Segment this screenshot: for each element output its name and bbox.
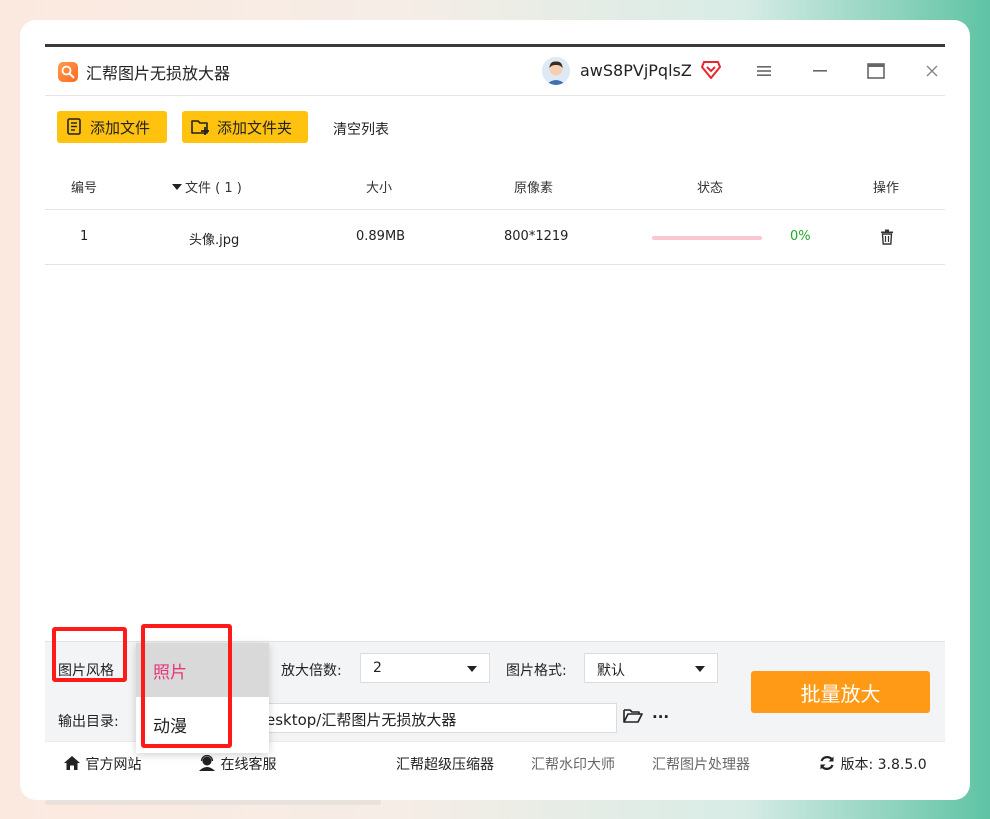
- toolbar: 添加文件 添加文件夹 清空列表: [45, 95, 945, 159]
- format-value: 默认: [597, 663, 625, 679]
- image-processor-link[interactable]: 汇帮图片处理器: [652, 754, 750, 774]
- add-file-button[interactable]: 添加文件: [57, 111, 167, 143]
- version-info[interactable]: 版本: 3.8.5.0: [818, 754, 927, 774]
- refresh-icon: [820, 756, 834, 770]
- minimize-icon[interactable]: [808, 59, 832, 83]
- row-pixels: 800*1219: [504, 229, 569, 244]
- scale-select[interactable]: 2: [360, 653, 490, 683]
- row-filename: 头像.jpg: [189, 233, 240, 248]
- user-avatar[interactable]: [542, 57, 570, 85]
- chevron-down-icon: [695, 666, 705, 672]
- close-icon[interactable]: [920, 59, 944, 83]
- app-window: 汇帮图片无损放大器 awS8PVjPqlsZ 添加文件 添加文件夹 清空列表 编…: [45, 44, 945, 781]
- batch-enlarge-button[interactable]: 批量放大: [751, 671, 930, 713]
- header-size: 大小: [366, 181, 393, 196]
- clear-list-button[interactable]: 清空列表: [333, 119, 389, 139]
- official-website-link[interactable]: 官方网站: [63, 754, 141, 774]
- bottom-scrollbar[interactable]: [45, 800, 381, 805]
- vip-diamond-icon[interactable]: [701, 61, 721, 83]
- header-status: 状态: [697, 181, 724, 196]
- table-header: 编号 文件 ( 1 ) 大小 原像素 状态 操作: [45, 159, 945, 210]
- header-index: 编号: [71, 181, 98, 196]
- add-file-label: 添加文件: [90, 118, 151, 137]
- folder-open-icon[interactable]: [623, 708, 643, 728]
- sort-caret-icon: [172, 184, 182, 190]
- title-bar: 汇帮图片无损放大器 awS8PVjPqlsZ: [45, 47, 945, 96]
- compressor-link[interactable]: 汇帮超级压缩器: [396, 754, 494, 774]
- username[interactable]: awS8PVjPqlsZ: [580, 61, 692, 80]
- online-support-label: 在线客服: [220, 757, 277, 773]
- add-folder-icon: [191, 120, 209, 135]
- header-file[interactable]: 文件 ( 1 ): [172, 177, 242, 196]
- style-option-anime-label: 动漫: [153, 717, 187, 737]
- row-percent: 0%: [790, 229, 811, 244]
- more-options-button[interactable]: ···: [652, 708, 669, 726]
- add-folder-button[interactable]: 添加文件夹: [182, 111, 308, 143]
- app-title: 汇帮图片无损放大器: [86, 64, 231, 83]
- row-progress-bar: [652, 236, 762, 240]
- chevron-down-icon: [467, 666, 477, 672]
- add-file-icon: [67, 118, 81, 135]
- scale-value: 2: [373, 660, 382, 676]
- row-size: 0.89MB: [356, 229, 406, 244]
- format-label: 图片格式:: [506, 663, 567, 679]
- output-label: 输出目录:: [58, 714, 119, 730]
- maximize-icon[interactable]: [864, 59, 888, 83]
- style-label: 图片风格: [58, 663, 114, 679]
- table-row[interactable]: 1 头像.jpg 0.89MB 800*1219 0%: [45, 210, 945, 265]
- home-icon: [64, 756, 80, 770]
- style-option-photo[interactable]: 照片: [136, 643, 269, 697]
- header-file-label: 文件 ( 1 ): [185, 181, 242, 196]
- official-website-label: 官方网站: [85, 757, 142, 773]
- style-option-anime[interactable]: 动漫: [136, 697, 269, 751]
- style-dropdown-menu: 照片 动漫: [136, 643, 269, 753]
- watermark-link[interactable]: 汇帮水印大师: [531, 754, 615, 774]
- scale-label: 放大倍数:: [281, 663, 342, 679]
- style-option-photo-label: 照片: [153, 663, 187, 683]
- row-index: 1: [80, 229, 89, 244]
- menu-icon[interactable]: [752, 59, 776, 83]
- header-action: 操作: [873, 181, 900, 196]
- output-path-input[interactable]: esktop/汇帮图片无损放大器: [259, 703, 617, 733]
- support-agent-icon: [199, 754, 215, 771]
- format-select[interactable]: 默认: [584, 653, 718, 683]
- online-support-link[interactable]: 在线客服: [198, 754, 276, 774]
- delete-icon[interactable]: [880, 229, 894, 249]
- version-label: 版本: 3.8.5.0: [840, 757, 927, 773]
- header-pixels: 原像素: [514, 181, 554, 196]
- app-logo-icon: [58, 62, 78, 82]
- add-folder-label: 添加文件夹: [217, 118, 293, 137]
